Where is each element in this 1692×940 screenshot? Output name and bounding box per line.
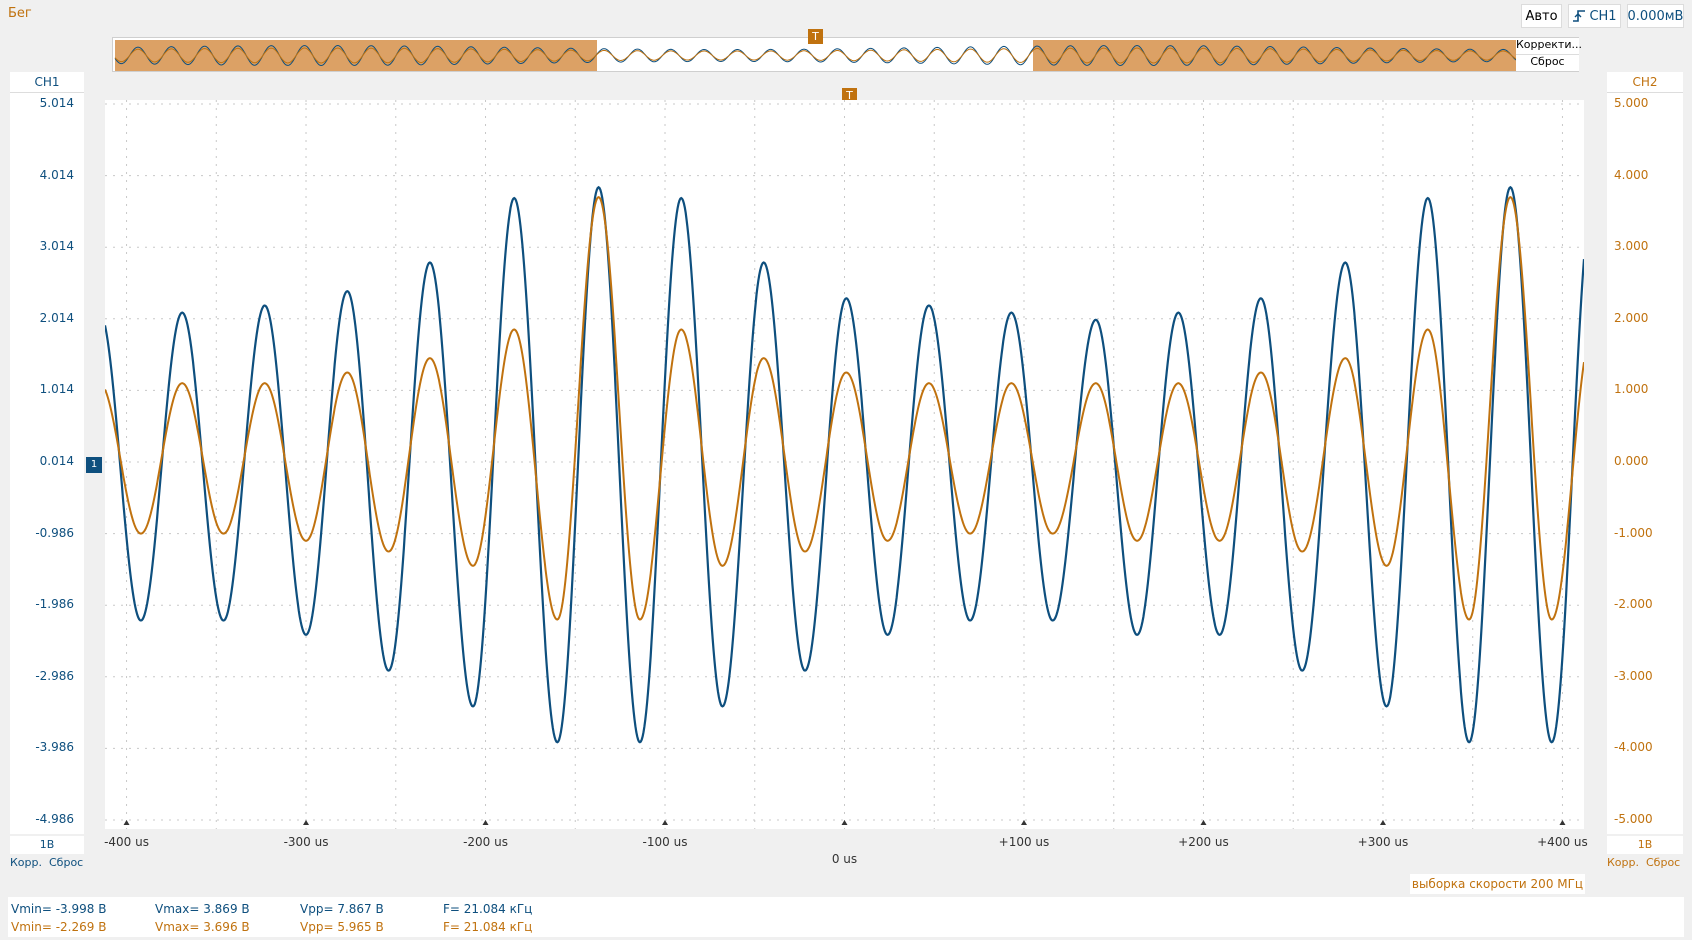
time-tick-label: +300 us xyxy=(1357,835,1409,849)
run-status[interactable]: Бег xyxy=(8,6,32,21)
ch2-tick-label: -5.000 xyxy=(1614,812,1653,826)
ch1-tick-label: 5.014 xyxy=(39,96,74,110)
time-tick-label: +200 us xyxy=(1178,835,1229,849)
ch2-tick-label: 0.000 xyxy=(1614,454,1649,468)
time-tick-label: -400 us xyxy=(104,835,149,849)
ch2-axis-panel xyxy=(1607,72,1683,834)
ch1-waveform xyxy=(105,185,1584,744)
time-tick-mark xyxy=(123,820,130,825)
ch1-tick-label: -2.986 xyxy=(35,668,74,683)
ch1-tick-label: -4.986 xyxy=(35,812,74,826)
time-tick-mark xyxy=(1559,820,1566,825)
overview-reset-button[interactable]: Сброс xyxy=(1516,55,1579,71)
time-tick-mark xyxy=(662,820,669,825)
overview-correct-button[interactable]: Корректи... xyxy=(1516,38,1582,55)
ch2-tick-label: 3.000 xyxy=(1614,239,1649,254)
ch2-tick-label: 2.000 xyxy=(1614,310,1649,325)
ch2-tick-label: -4.000 xyxy=(1614,740,1653,755)
ch1-tick-label: 3.014 xyxy=(39,239,74,254)
measurements-panel xyxy=(8,897,1684,937)
ch1-scale[interactable]: 1В xyxy=(10,836,84,854)
ch1-freq: F= 21.084 кГц xyxy=(443,902,533,916)
ch2-tick-label: 5.000 xyxy=(1614,96,1649,110)
ch2-label[interactable]: CH2 xyxy=(1607,72,1683,93)
overview-strip[interactable] xyxy=(112,37,1579,72)
ch1-label[interactable]: CH1 xyxy=(10,72,84,93)
time-tick-label: -300 us xyxy=(283,835,329,849)
trigger-edge-icon xyxy=(1573,10,1586,22)
scope-plot xyxy=(105,100,1584,829)
trigger-source-label: CH1 xyxy=(1589,8,1617,24)
trigger-mode-button[interactable]: Авто xyxy=(1521,4,1562,28)
ch2-tick-label: -3.000 xyxy=(1614,668,1653,683)
time-tick-mark xyxy=(841,820,848,825)
ch2-vpp: Vpp= 5.965 В xyxy=(300,920,384,934)
time-tick-label: +100 us xyxy=(998,835,1050,849)
ch2-vmin: Vmin= -2.269 В xyxy=(11,920,107,934)
time-tick-mark xyxy=(482,820,489,825)
time-tick-mark xyxy=(1020,820,1027,825)
time-tick-mark xyxy=(1379,820,1386,825)
ch2-vmax: Vmax= 3.696 В xyxy=(155,920,250,934)
overview-waveform xyxy=(114,40,1578,71)
ch2-tick-label: -1.000 xyxy=(1614,525,1653,540)
ch1-correct-button[interactable]: Корр. xyxy=(10,856,42,869)
ch1-vmax: Vmax= 3.869 В xyxy=(155,902,250,916)
ch2-tick-label: 4.000 xyxy=(1614,167,1649,182)
ch1-reset-button[interactable]: Сброс xyxy=(49,856,83,869)
time-tick-label: 0 us xyxy=(831,852,858,866)
ch1-vmin: Vmin= -3.998 В xyxy=(11,902,107,916)
time-tick-label: +400 us xyxy=(1537,835,1588,849)
time-tick-mark xyxy=(1200,820,1207,825)
ch2-correct-button[interactable]: Корр. xyxy=(1607,856,1639,869)
ch1-ground-marker[interactable]: 1 xyxy=(86,457,102,473)
time-tick-label: -100 us xyxy=(642,835,688,849)
ch2-freq: F= 21.084 кГц xyxy=(443,920,533,934)
trigger-source-button[interactable]: CH1 xyxy=(1568,4,1621,28)
ch1-axis-panel xyxy=(10,72,84,834)
ch2-reset-button[interactable]: Сброс xyxy=(1646,856,1680,869)
ch1-tick-label: -1.986 xyxy=(35,597,74,612)
ch1-tick-label: 2.014 xyxy=(39,310,74,325)
ch2-scale[interactable]: 1В xyxy=(1607,836,1683,854)
ch1-tick-label: -0.986 xyxy=(35,525,74,540)
ch2-tick-label: 1.000 xyxy=(1614,382,1649,397)
ch1-tick-label: -3.986 xyxy=(35,740,74,755)
scope-plot-area[interactable] xyxy=(105,100,1584,829)
trigger-level-button[interactable]: 0.000мВ xyxy=(1627,4,1684,28)
overview-left-shade xyxy=(115,40,597,71)
ch1-tick-label: 0.014 xyxy=(39,454,74,468)
ch1-tick-label: 4.014 xyxy=(39,167,74,182)
time-tick-mark xyxy=(303,820,310,825)
sample-rate-label: выборка скорости 200 МГц xyxy=(1410,874,1585,894)
ch2-tick-label: -2.000 xyxy=(1614,597,1653,612)
ch1-vpp: Vpp= 7.867 В xyxy=(300,902,384,916)
ch1-tick-label: 1.014 xyxy=(39,382,74,397)
time-tick-label: -200 us xyxy=(463,835,508,849)
overview-trigger-marker[interactable]: T xyxy=(808,29,823,44)
